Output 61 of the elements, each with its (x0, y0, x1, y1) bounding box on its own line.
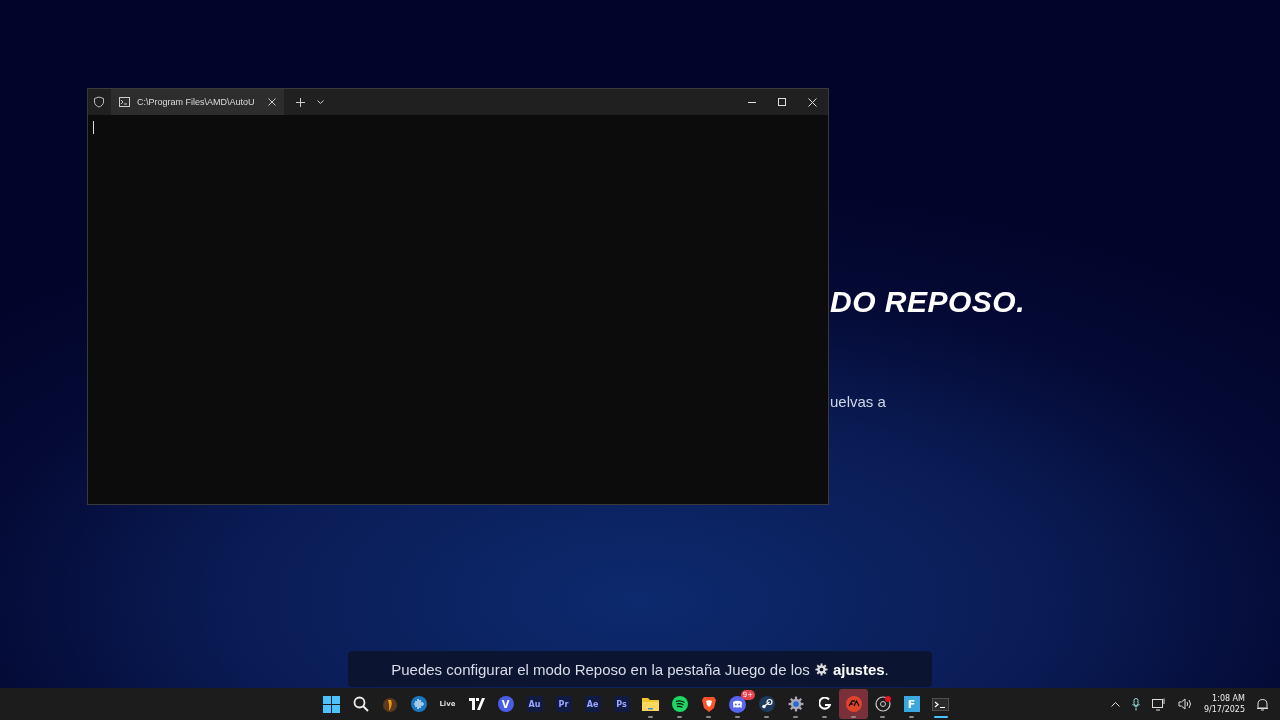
waveform-icon (410, 696, 427, 712)
minimize-icon[interactable] (748, 101, 756, 103)
taskbar-app[interactable]: Pr (549, 689, 578, 719)
clock-date: 9/17/2025 (1203, 704, 1245, 715)
chart-logo-icon (468, 698, 485, 710)
running-indicator (909, 716, 914, 718)
gear-icon (814, 662, 828, 676)
app-logo: Ps (613, 696, 630, 712)
chat-logo-icon (729, 695, 746, 713)
music-stream-icon (671, 696, 688, 712)
running-indicator (764, 716, 769, 718)
settings-icon (787, 696, 804, 712)
app-logo: Pr (555, 696, 572, 712)
running-indicator (706, 716, 711, 718)
bell-icon[interactable] (1257, 697, 1268, 711)
search-icon (352, 696, 369, 712)
maximize-icon[interactable] (778, 98, 786, 106)
clock-time: 1:08 AM (1212, 693, 1245, 704)
shield-icon (93, 96, 105, 108)
windows-icon (323, 695, 340, 713)
fruit-icon (381, 696, 398, 712)
dropdown-icon[interactable] (316, 100, 324, 104)
running-indicator (793, 716, 798, 718)
running-indicator (880, 716, 885, 718)
app-logo: Au (526, 696, 543, 712)
taskbar-app[interactable]: Au (520, 689, 549, 719)
running-indicator (648, 716, 653, 718)
taskbar-app[interactable]: Ae (578, 689, 607, 719)
terminal-tab[interactable]: C:\Program Files\AMD\AutoU (111, 89, 284, 115)
terminal-icon (932, 697, 949, 711)
running-indicator (822, 716, 827, 718)
toast-text: Puedes configurar el modo Reposo en la pestaña Juego de los (391, 660, 810, 678)
close-icon[interactable] (267, 98, 276, 106)
folder-icon (642, 697, 659, 711)
running-indicator (735, 716, 740, 718)
microphone-icon[interactable] (1131, 697, 1140, 711)
taskbar-app[interactable]: V (491, 689, 520, 719)
app-logo: F (903, 696, 920, 712)
new-tab-icon[interactable] (295, 97, 305, 107)
clock[interactable]: 1:08 AM 9/17/2025 (1203, 693, 1245, 715)
settings-link[interactable]: ajustes. (832, 660, 889, 678)
taskbar-app[interactable]: Ps (607, 689, 636, 719)
volume-icon[interactable] (1177, 698, 1192, 710)
running-indicator (677, 716, 682, 718)
tab-title: C:\Program Files\AMD\AutoU (137, 97, 255, 107)
running-indicator (933, 716, 948, 718)
app-logo: V (497, 696, 514, 712)
close-icon[interactable] (808, 97, 817, 107)
steam-logo-icon (758, 696, 775, 712)
ea-logo-icon (845, 696, 862, 712)
promo-heading: DO REPOSO. (830, 285, 1026, 319)
g-logo-icon (818, 697, 831, 711)
console-icon (119, 97, 130, 107)
lion-shield-icon (701, 696, 716, 712)
record-circle-icon (874, 696, 891, 712)
running-indicator (851, 716, 856, 718)
network-icon[interactable] (1151, 697, 1166, 711)
app-logo: Ae (584, 696, 601, 712)
promo-text: uelvas a (830, 393, 887, 410)
chevron-up-icon[interactable] (1110, 701, 1120, 707)
text-cursor (93, 121, 94, 134)
